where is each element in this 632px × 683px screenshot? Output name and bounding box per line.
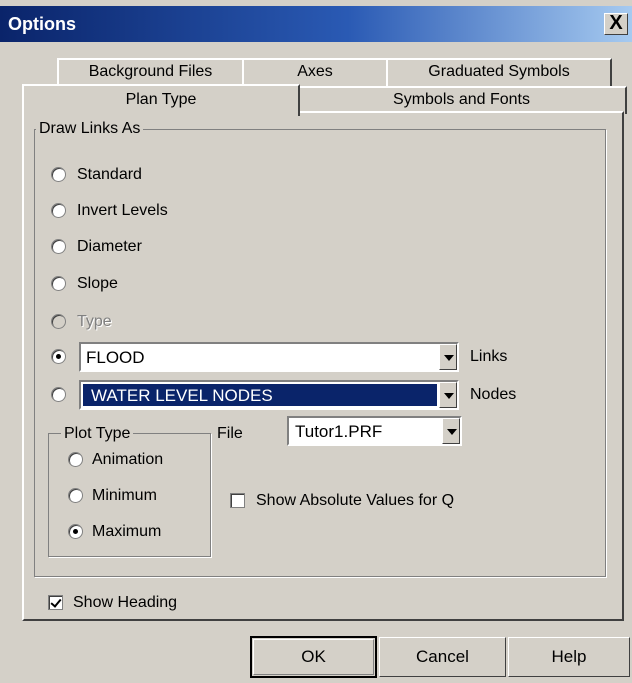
tab-plan-type[interactable]: Plan Type [22, 84, 300, 116]
radio-invert-levels[interactable] [51, 203, 66, 218]
radio-slope-label: Slope [77, 275, 118, 292]
show-absolute-checkbox[interactable] [230, 493, 245, 508]
nodes-select[interactable]: WATER LEVEL NODES [79, 380, 459, 410]
ok-button-label: OK [301, 647, 326, 666]
radio-diameter-label: Diameter [77, 238, 142, 255]
tab-label: Plan Type [125, 91, 197, 108]
show-heading-checkbox[interactable] [48, 595, 63, 610]
chevron-down-icon[interactable] [439, 382, 457, 408]
radio-type [51, 314, 66, 329]
chevron-down-icon[interactable] [439, 344, 457, 370]
radio-slope[interactable] [51, 276, 66, 291]
radio-links[interactable] [51, 349, 66, 364]
draw-links-legend: Draw Links As [36, 120, 144, 138]
links-select[interactable]: FLOOD [79, 342, 459, 372]
tab-label: Axes [297, 63, 333, 80]
radio-type-label: Type [77, 313, 112, 330]
file-select[interactable]: Tutor1.PRF [287, 416, 462, 446]
radio-animation[interactable] [68, 452, 83, 467]
links-select-value: FLOOD [86, 348, 145, 367]
radio-maximum-label: Maximum [92, 523, 162, 540]
radio-minimum[interactable] [68, 488, 83, 503]
cancel-button-label: Cancel [416, 647, 469, 666]
radio-minimum-label: Minimum [92, 487, 157, 504]
radio-nodes[interactable] [51, 387, 66, 402]
tab-axes[interactable]: Axes [242, 58, 388, 86]
radio-maximum[interactable] [68, 524, 83, 539]
window-title: Options [8, 14, 76, 34]
options-dialog: Options X Background Files Axes Graduate… [0, 0, 632, 683]
radio-diameter[interactable] [51, 239, 66, 254]
help-button-label: Help [551, 647, 587, 666]
tab-label: Background Files [88, 63, 213, 80]
tab-background-files[interactable]: Background Files [57, 58, 244, 86]
tab-label: Graduated Symbols [428, 63, 570, 80]
file-select-value: Tutor1.PRF [295, 422, 383, 441]
plot-type-legend: Plot Type [61, 425, 134, 443]
radio-invert-levels-label: Invert Levels [77, 202, 168, 219]
file-label: File [217, 425, 243, 442]
tab-symbols-and-fonts[interactable]: Symbols and Fonts [296, 86, 627, 114]
links-label: Links [470, 348, 508, 365]
nodes-label: Nodes [470, 386, 517, 403]
radio-standard[interactable] [51, 167, 66, 182]
ok-button[interactable]: OK [250, 636, 377, 678]
show-absolute-label: Show Absolute Values for Q [256, 492, 455, 509]
tab-label: Symbols and Fonts [393, 91, 530, 108]
tab-graduated-symbols[interactable]: Graduated Symbols [386, 58, 612, 86]
chevron-down-icon[interactable] [442, 418, 460, 444]
nodes-select-value: WATER LEVEL NODES [91, 386, 273, 405]
cancel-button[interactable]: Cancel [379, 637, 506, 677]
show-heading-label: Show Heading [73, 594, 178, 611]
close-button[interactable]: X [604, 13, 628, 35]
help-button[interactable]: Help [508, 637, 630, 677]
radio-standard-label: Standard [77, 166, 142, 183]
radio-animation-label: Animation [92, 451, 164, 468]
close-icon: X [609, 12, 623, 34]
title-bar: Options X [0, 6, 632, 42]
